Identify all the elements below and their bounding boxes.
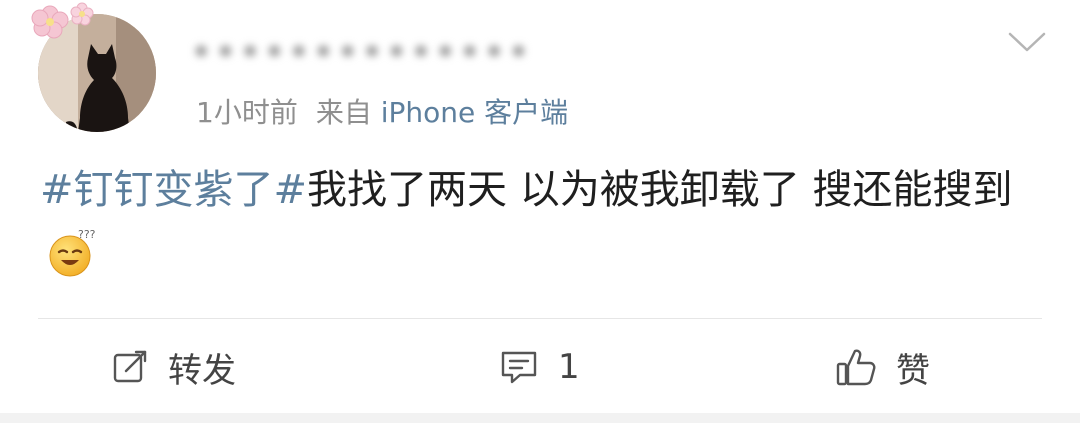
post-meta: 1小时前 来自 iPhone 客户端 [196, 90, 568, 132]
post-content: #钉钉变紫了#我找了两天 以为被我卸载了 搜还能搜到 ??? [40, 158, 1050, 286]
topic-link[interactable]: #钉钉变紫了# [40, 167, 307, 213]
comment-count: 1 [558, 347, 580, 387]
weibo-post-card: •••••••••••••• 1小时前 来自 iPhone 客户端 #钉钉变紫了… [0, 0, 1080, 423]
chevron-down-icon[interactable] [1006, 26, 1048, 56]
repost-icon [113, 350, 147, 383]
divider [38, 318, 1042, 319]
bottom-separator [0, 413, 1080, 423]
repost-button[interactable]: 转发 [110, 338, 236, 396]
username[interactable]: •••••••••••••• [190, 30, 530, 74]
comment-button[interactable]: 1 [498, 338, 580, 396]
repost-label: 转发 [168, 350, 236, 391]
like-button[interactable]: 赞 [834, 338, 930, 396]
username-obscured: •••••••••••••• [190, 30, 532, 74]
source-link[interactable]: iPhone 客户端 [381, 96, 568, 129]
thumbs-up-icon [836, 349, 876, 386]
flower-decoration-icon [31, 2, 94, 39]
source-prefix: 来自 [315, 96, 372, 129]
svg-text:???: ??? [78, 228, 96, 241]
post-text: 我找了两天 以为被我卸载了 搜还能搜到 [307, 167, 1013, 213]
comment-icon [501, 351, 537, 384]
like-label: 赞 [896, 350, 930, 391]
emoji-sleepy-face-icon: ??? [49, 228, 96, 277]
post-time: 1小时前 [196, 96, 298, 129]
